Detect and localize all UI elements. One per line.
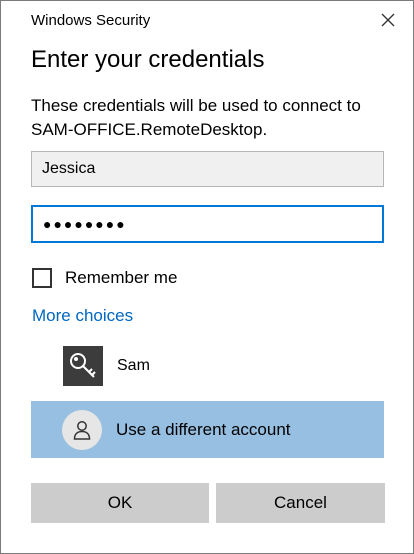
- more-choices-link[interactable]: More choices: [32, 306, 133, 326]
- account-option-sam[interactable]: Sam: [31, 338, 384, 394]
- avatar: [62, 409, 102, 450]
- close-icon: [381, 13, 395, 27]
- remember-me-checkbox[interactable]: [32, 268, 52, 288]
- password-field[interactable]: [31, 205, 384, 243]
- window-title: Windows Security: [31, 12, 151, 29]
- key-tile: [63, 346, 103, 386]
- account-name-different: Use a different account: [116, 419, 291, 439]
- remember-me-checkbox-row[interactable]: Remember me: [32, 266, 177, 290]
- account-option-different[interactable]: Use a different account: [31, 401, 384, 458]
- credentials-dialog: Windows Security Enter your credentials …: [0, 0, 414, 554]
- key-icon: [70, 353, 96, 378]
- dialog-description: These credentials will be used to connec…: [31, 96, 361, 139]
- account-name-sam: Sam: [117, 357, 150, 374]
- cancel-button[interactable]: Cancel: [216, 483, 385, 523]
- title-bar: Windows Security: [1, 1, 413, 37]
- remember-me-label: Remember me: [65, 268, 178, 287]
- person-icon: [73, 420, 91, 440]
- close-button[interactable]: [379, 11, 397, 29]
- dialog-heading: Enter your credentials: [31, 46, 265, 73]
- username-field[interactable]: [31, 151, 384, 187]
- ok-button[interactable]: OK: [31, 483, 209, 523]
